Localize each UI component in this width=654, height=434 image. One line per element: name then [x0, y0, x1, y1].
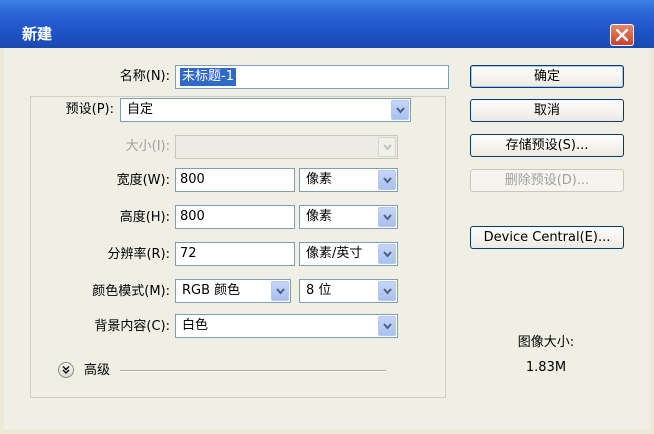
chevron-down-icon	[383, 144, 392, 151]
height-unit-value: 像素	[306, 209, 333, 224]
save-preset-button[interactable]: 存储预设(S)...	[470, 134, 624, 157]
preset-dropdown-arrow[interactable]	[391, 100, 409, 120]
background-contents-dropdown-arrow[interactable]	[378, 316, 396, 336]
close-icon	[615, 28, 629, 42]
resolution-unit-value: 像素/英寸	[306, 246, 363, 261]
dialog-title: 新建	[22, 25, 53, 43]
background-contents-value: 白色	[182, 318, 209, 333]
bit-depth-dropdown-arrow[interactable]	[378, 281, 396, 301]
resolution-unit-dropdown-arrow[interactable]	[378, 244, 396, 264]
image-size-label: 图像大小:	[517, 335, 575, 350]
ok-button[interactable]: 确定	[470, 65, 624, 88]
chevron-down-icon	[383, 214, 392, 221]
resolution-label: 分辨率(R):	[107, 247, 170, 262]
device-central-button[interactable]: Device Central(E)...	[470, 226, 624, 249]
size-label: 大小(I):	[125, 139, 170, 154]
width-unit-value: 像素	[306, 172, 333, 187]
height-label: 高度(H):	[119, 210, 170, 225]
name-value: 未标题-1	[180, 68, 236, 86]
chevron-down-icon	[383, 288, 392, 295]
preset-value: 自定	[127, 102, 154, 117]
width-unit-dropdown-arrow[interactable]	[378, 170, 396, 190]
double-chevron-down-icon	[62, 366, 70, 374]
color-mode-select[interactable]: RGB 颜色	[175, 279, 291, 303]
height-input[interactable]: 800	[175, 205, 295, 229]
chevron-down-icon	[396, 107, 405, 114]
bit-depth-select[interactable]: 8 位	[299, 279, 398, 303]
width-unit-select[interactable]: 像素	[299, 168, 398, 192]
advanced-label[interactable]: 高级	[84, 361, 114, 381]
chevron-down-icon	[383, 323, 392, 330]
bit-depth-value: 8 位	[306, 283, 332, 298]
color-mode-value: RGB 颜色	[182, 283, 241, 298]
preset-label: 预设(P):	[40, 100, 114, 120]
advanced-divider	[120, 370, 386, 372]
name-label: 名称(N):	[119, 69, 170, 84]
size-dropdown-arrow	[378, 137, 396, 157]
background-contents-label: 背景内容(C):	[94, 319, 170, 334]
close-button[interactable]	[610, 24, 634, 46]
chevron-down-icon	[383, 177, 392, 184]
resolution-unit-select[interactable]: 像素/英寸	[299, 242, 398, 266]
preset-select[interactable]: 自定	[120, 98, 411, 122]
color-mode-label: 颜色模式(M):	[92, 284, 170, 299]
chevron-down-icon	[383, 251, 392, 258]
background-contents-select[interactable]: 白色	[175, 314, 398, 338]
cancel-button[interactable]: 取消	[470, 99, 624, 122]
title-bar[interactable]: 新建	[0, 0, 654, 48]
width-input[interactable]: 800	[175, 168, 295, 192]
name-input[interactable]: 未标题-1	[175, 65, 449, 89]
new-document-dialog: 新建 名称(N): 未标题-1 预设(P): 自定 大小(I): 宽度(W): …	[0, 0, 654, 434]
delete-preset-button: 删除预设(D)...	[470, 169, 624, 192]
height-unit-select[interactable]: 像素	[299, 205, 398, 229]
color-mode-dropdown-arrow[interactable]	[271, 281, 289, 301]
resolution-input[interactable]: 72	[175, 242, 295, 266]
chevron-down-icon	[276, 288, 285, 295]
height-unit-dropdown-arrow[interactable]	[378, 207, 396, 227]
width-label: 宽度(W):	[116, 173, 170, 188]
image-size-value: 1.83M	[525, 360, 567, 375]
size-select	[175, 135, 398, 159]
advanced-toggle[interactable]	[58, 362, 74, 378]
